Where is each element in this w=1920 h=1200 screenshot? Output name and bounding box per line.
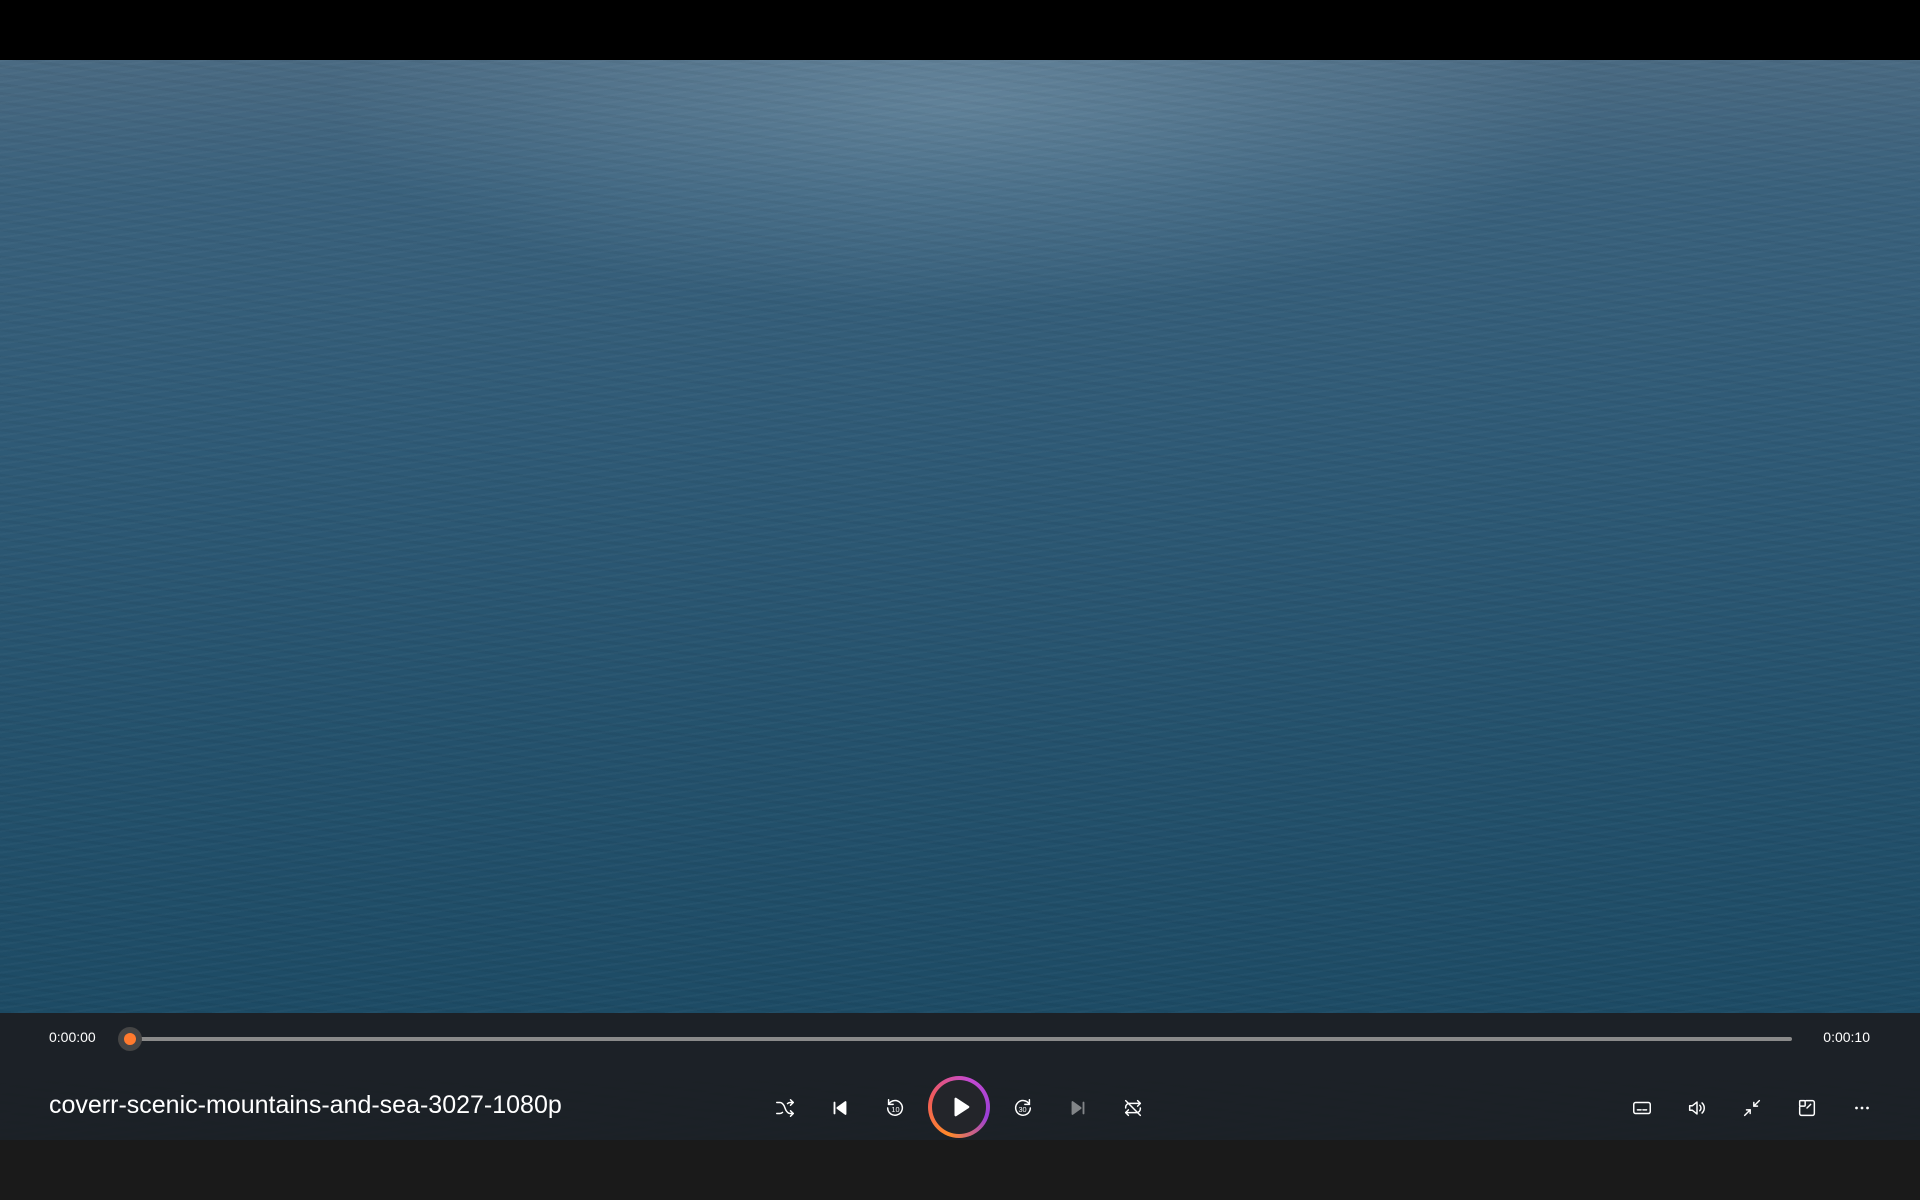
shuffle-button[interactable] [765, 1088, 805, 1128]
seek-thumb[interactable] [118, 1027, 142, 1051]
letterbox-bottom [0, 1140, 1920, 1200]
rewind-10-button[interactable]: 10 [875, 1088, 915, 1128]
current-time: 0:00:00 [49, 1029, 96, 1045]
total-time: 0:00:10 [1823, 1029, 1870, 1045]
compact-mode-button[interactable] [1732, 1088, 1772, 1128]
next-button[interactable] [1058, 1088, 1098, 1128]
seek-rail [130, 1037, 1792, 1041]
media-player-window: 0:00:00 0:00:10 coverr-scenic-mountains-… [0, 0, 1920, 1200]
forward-30-button[interactable]: 30 [1003, 1088, 1043, 1128]
repeat-button[interactable] [1113, 1088, 1153, 1128]
previous-icon [833, 1101, 847, 1115]
svg-text:30: 30 [1018, 1105, 1026, 1114]
volume-button[interactable] [1677, 1088, 1717, 1128]
play-button[interactable] [928, 1076, 990, 1138]
play-icon [954, 1097, 970, 1117]
shuffle-icon [776, 1099, 794, 1117]
captions-icon [1633, 1101, 1651, 1115]
volume-icon [1688, 1101, 1705, 1115]
media-title: coverr-scenic-mountains-and-sea-3027-108… [49, 1091, 562, 1119]
mini-player-icon [1798, 1099, 1816, 1117]
more-options-icon [1855, 1106, 1869, 1110]
seek-bar[interactable] [118, 1027, 1792, 1051]
repeat-icon [1124, 1099, 1142, 1117]
next-icon [1071, 1101, 1085, 1115]
rewind-10-icon: 10 [886, 1099, 904, 1116]
compact-mode-icon [1743, 1099, 1761, 1117]
forward-30-icon: 30 [1014, 1099, 1032, 1116]
mini-player-button[interactable] [1787, 1088, 1827, 1128]
play-button-inner [932, 1080, 986, 1134]
letterbox-top [0, 0, 1920, 60]
captions-button[interactable] [1622, 1088, 1662, 1128]
previous-button[interactable] [820, 1088, 860, 1128]
video-frame[interactable] [0, 60, 1920, 1140]
more-options-button[interactable] [1842, 1088, 1882, 1128]
svg-text:10: 10 [891, 1105, 899, 1114]
